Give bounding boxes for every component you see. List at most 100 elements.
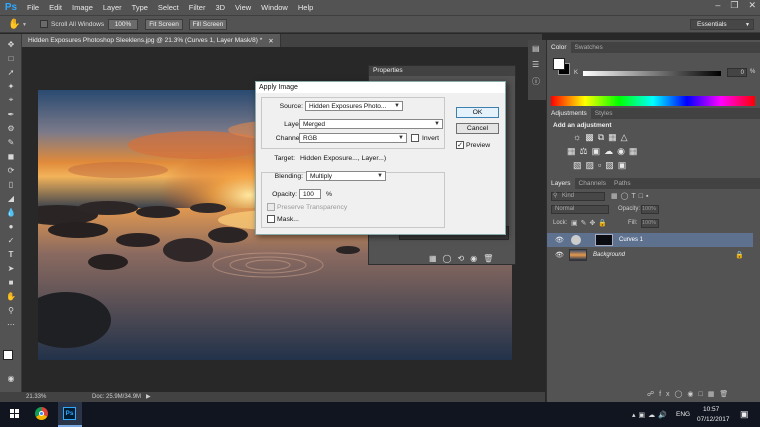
layer-filter-icons[interactable]: ▦◯T□▪ (611, 192, 651, 200)
move-tool-icon[interactable]: ✥ (4, 38, 18, 50)
layers-opacity-input[interactable]: 100% (641, 205, 659, 214)
notifications-icon[interactable]: ▣ (740, 409, 749, 420)
menu-view[interactable]: View (230, 3, 256, 12)
menu-window[interactable]: Window (256, 3, 293, 12)
fill-screen-button[interactable]: Fill Screen (189, 19, 227, 30)
layer-row-curves[interactable]: 👁 Curves 1 (547, 233, 753, 247)
preserve-transparency-checkbox[interactable] (267, 203, 275, 211)
clock-time[interactable]: 10:57 (703, 406, 719, 413)
k-slider[interactable] (583, 71, 721, 76)
color-spectrum-bar[interactable] (551, 96, 755, 106)
eye-icon[interactable]: 👁 (555, 236, 564, 244)
opacity-input[interactable]: 100 (299, 189, 321, 199)
system-tray-icons[interactable]: ▴▣☁🔊 (632, 411, 670, 419)
close-icon[interactable]: ✕ (748, 0, 756, 11)
invert-checkbox[interactable] (411, 134, 419, 142)
tab-paths[interactable]: Paths (610, 178, 635, 189)
menu-select[interactable]: Select (153, 3, 184, 12)
dodge-tool-icon[interactable]: ● (4, 220, 18, 232)
properties-footer-icons[interactable]: ▦◯⟲◉🗑 (429, 254, 499, 263)
scroll-all-windows-checkbox[interactable] (40, 20, 48, 28)
minimize-icon[interactable]: – (715, 0, 720, 11)
layer-filter-kind[interactable]: Kind (551, 192, 605, 201)
history-panel-icon[interactable]: ▤ (532, 44, 540, 53)
document-tab[interactable]: Hidden Exposures Photoshop Sleeklens.jpg… (22, 34, 281, 47)
tab-styles[interactable]: Styles (591, 108, 617, 119)
menu-file[interactable]: File (22, 3, 44, 12)
tab-color[interactable]: Color (547, 42, 571, 53)
tab-adjustments[interactable]: Adjustments (547, 108, 591, 119)
menu-3d[interactable]: 3D (210, 3, 230, 12)
language-indicator[interactable]: ENG (676, 411, 690, 418)
adjustment-icons-row-2[interactable]: ▦⚖▣☁◉▦ (567, 146, 641, 157)
more-tools-icon[interactable]: ⋯ (4, 318, 18, 330)
ok-button[interactable]: OK (456, 107, 499, 118)
menu-type[interactable]: Type (127, 3, 153, 12)
zoom-100-button[interactable]: 100% (108, 19, 138, 30)
restore-icon[interactable]: ❐ (730, 0, 738, 11)
layer-select[interactable]: Merged ▼ (299, 119, 443, 129)
menu-edit[interactable]: Edit (44, 3, 67, 12)
menu-help[interactable]: Help (293, 3, 318, 12)
workspace-switcher[interactable]: Essentials ▼ (690, 19, 754, 30)
mask-checkbox[interactable] (267, 215, 275, 223)
quick-select-tool-icon[interactable]: ✦ (4, 80, 18, 92)
tab-swatches[interactable]: Swatches (571, 42, 607, 53)
chrome-icon[interactable] (35, 407, 48, 420)
blur-tool-icon[interactable]: 💧 (4, 206, 18, 218)
search-icon: ⚲ (553, 193, 558, 199)
foreground-color-swatch[interactable] (3, 350, 13, 360)
eraser-tool-icon[interactable]: ▯ (4, 178, 18, 190)
color-foreground-swatch[interactable] (553, 58, 565, 70)
layers-footer-icons[interactable]: ☍fx◯◉□▦🗑 (647, 390, 733, 398)
info-panel-icon[interactable]: ⓘ (532, 76, 540, 87)
k-value-input[interactable]: 0 (727, 68, 747, 77)
photoshop-taskbar-button[interactable]: Ps (58, 402, 82, 427)
menu-layer[interactable]: Layer (98, 3, 127, 12)
adjustment-icons-row-1[interactable]: ☼▩⧉▦△ (573, 132, 632, 143)
layer-row-background[interactable]: 👁 Background 🔒 (547, 248, 753, 262)
pen-tool-icon[interactable]: ✓ (4, 234, 18, 246)
lasso-tool-icon[interactable]: ➚ (4, 66, 18, 78)
path-selection-tool-icon[interactable]: ➤ (4, 262, 18, 274)
layer-mask-thumbnail[interactable] (595, 234, 613, 246)
eyedropper-tool-icon[interactable]: ✒ (4, 108, 18, 120)
source-select[interactable]: Hidden Exposures Photo... ▼ (305, 101, 403, 111)
hand-tool-icon[interactable]: ✋ (4, 290, 18, 302)
properties-panel-icon[interactable]: ☰ (532, 60, 539, 69)
healing-brush-tool-icon[interactable]: ⚙ (4, 122, 18, 134)
clock-date[interactable]: 07/12/2017 (697, 416, 730, 423)
preview-checkbox[interactable]: ✓ (456, 141, 464, 149)
type-tool-icon[interactable]: T (4, 248, 18, 260)
hand-tool-icon[interactable]: ✋ (8, 19, 20, 30)
fill-input[interactable]: 100% (641, 219, 659, 228)
zoom-tool-icon[interactable]: ⚲ (4, 304, 18, 316)
rectangle-tool-icon[interactable]: ■ (4, 276, 18, 288)
history-brush-tool-icon[interactable]: ⟳ (4, 164, 18, 176)
crop-tool-icon[interactable]: ⌖ (4, 94, 18, 106)
channel-select[interactable]: RGB ▼ (299, 133, 407, 143)
marquee-tool-icon[interactable]: □ (4, 52, 18, 64)
brush-tool-icon[interactable]: ✎ (4, 136, 18, 148)
lock-icons[interactable]: ▣✎✥🔒 (571, 219, 610, 227)
status-menu-icon[interactable]: ▶ (146, 393, 151, 400)
tab-channels[interactable]: Channels (575, 178, 610, 189)
tool-preset-chevron-icon[interactable]: ▼ (22, 22, 27, 28)
windows-start-icon[interactable] (10, 409, 20, 419)
eye-icon[interactable]: 👁 (555, 251, 564, 259)
tab-layers[interactable]: Layers (547, 178, 575, 189)
menu-filter[interactable]: Filter (184, 3, 211, 12)
cancel-button[interactable]: Cancel (456, 123, 499, 134)
close-tab-icon[interactable]: ✕ (268, 37, 273, 45)
fit-screen-button[interactable]: Fit Screen (145, 19, 183, 30)
gradient-tool-icon[interactable]: ◢ (4, 192, 18, 204)
quick-mask-icon[interactable]: ◉ (4, 372, 18, 384)
blend-mode-select[interactable]: Normal (551, 205, 609, 214)
mask-label: Mask... (277, 216, 299, 223)
clone-stamp-tool-icon[interactable]: ◼ (4, 150, 18, 162)
adjustment-icons-row-3[interactable]: ▧▨▫▨▣ (573, 160, 630, 171)
chevron-down-icon: ▼ (394, 103, 400, 109)
menu-image[interactable]: Image (67, 3, 98, 12)
zoom-level[interactable]: 21.33% (26, 394, 46, 400)
blending-select[interactable]: Multiply ▼ (306, 171, 386, 181)
